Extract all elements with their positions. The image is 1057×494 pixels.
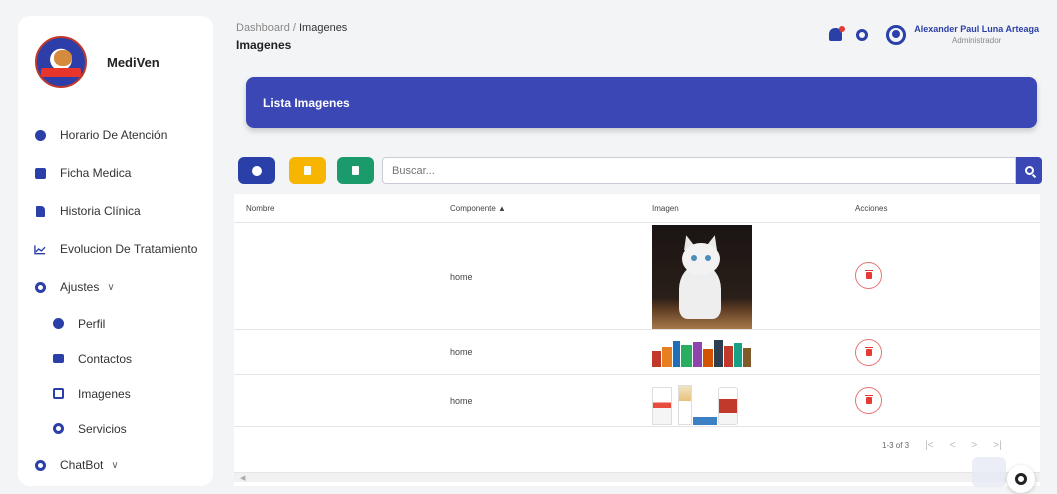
horizontal-scrollbar[interactable]: ◀ ▶ — [234, 472, 1040, 482]
sidebar-item-label: Ajustes — [60, 280, 100, 294]
trash-icon — [864, 395, 873, 404]
list-banner: Lista Imagenes — [246, 77, 1037, 128]
pagination-range: 1-3 of 3 — [882, 441, 910, 450]
floating-settings-button[interactable] — [1007, 465, 1035, 493]
search-input[interactable] — [382, 157, 1016, 184]
banner-title: Lista Imagenes — [263, 96, 350, 110]
sidebar-item-servicios[interactable]: Servicios — [18, 411, 213, 446]
top-actions: Alexander Paul Luna Arteaga Administrado… — [829, 24, 1039, 45]
sidebar-item-label: Evolucion De Tratamiento — [60, 242, 198, 256]
sidebar-item-label: ChatBot — [60, 458, 104, 472]
delete-button[interactable] — [855, 387, 882, 414]
chevron-down-icon: ∨ — [107, 281, 115, 293]
file-pdf-icon — [304, 166, 311, 175]
sidebar-item-historia[interactable]: Historia Clínica — [18, 192, 213, 230]
sidebar-item-horario[interactable]: Horario De Atención — [18, 116, 213, 154]
images-table: Nombre Componente ▲ Imagen Acciones home… — [234, 194, 1040, 486]
notification-bell-icon[interactable] — [829, 26, 846, 41]
table-row: home — [234, 376, 1040, 427]
pagination: 1-3 of 3 |< < > >| — [882, 440, 1002, 451]
add-image-button[interactable] — [238, 157, 275, 184]
trash-icon — [864, 270, 873, 279]
sidebar-item-label: Imagenes — [78, 386, 131, 401]
images-icon — [52, 388, 64, 400]
breadcrumb: Dashboard / Imagenes — [236, 22, 347, 34]
prev-page-icon[interactable]: < — [950, 440, 956, 451]
user-circle-icon — [52, 318, 64, 330]
page-title: Imagenes — [236, 38, 292, 52]
breadcrumb-current: Imagenes — [299, 22, 348, 34]
kitten-image — [652, 225, 752, 329]
sidebar: MediVen Horario De Atención Ficha Medica… — [18, 16, 213, 486]
sidebar-nav: Horario De Atención Ficha Medica Histori… — [18, 116, 213, 484]
settings-gear-icon[interactable] — [856, 28, 869, 41]
sidebar-item-label: Perfil — [78, 316, 106, 331]
app-name: MediVen — [107, 54, 160, 70]
breadcrumb-separator: / — [289, 22, 299, 34]
delete-button[interactable] — [855, 262, 882, 289]
next-page-icon[interactable]: > — [971, 440, 977, 451]
export-pdf-button[interactable] — [289, 157, 326, 184]
chevron-down-icon: ∨ — [111, 459, 119, 471]
floating-panel-shadow — [972, 457, 1006, 487]
gear-icon — [34, 459, 46, 471]
pet-medicine-products-image — [652, 379, 752, 425]
column-header-acciones: Acciones — [855, 204, 888, 213]
clinic-logo — [35, 36, 87, 88]
last-page-icon[interactable]: >| — [993, 440, 1001, 451]
user-info[interactable]: Alexander Paul Luna Arteaga Administrado… — [914, 24, 1039, 45]
gear-icon — [52, 423, 64, 435]
breadcrumb-root[interactable]: Dashboard — [236, 22, 290, 34]
cell-componente: home — [450, 347, 473, 357]
column-header-componente[interactable]: Componente ▲ — [450, 204, 506, 213]
table-row: home — [234, 224, 1040, 330]
pet-food-products-image — [652, 339, 752, 367]
sidebar-item-contactos[interactable]: Contactos — [18, 341, 213, 376]
search-button[interactable] — [1016, 157, 1042, 184]
gear-icon — [34, 281, 46, 293]
export-excel-button[interactable] — [337, 157, 374, 184]
cell-componente: home — [450, 272, 473, 282]
sidebar-item-ajustes[interactable]: Ajustes ∨ — [18, 268, 213, 306]
gear-icon — [1015, 473, 1027, 485]
search-icon — [1024, 166, 1034, 175]
cell-componente: home — [450, 396, 473, 406]
brand[interactable]: MediVen — [35, 36, 160, 88]
user-role: Administrador — [951, 36, 1002, 45]
sidebar-item-chatbot[interactable]: ChatBot ∨ — [18, 446, 213, 484]
user-avatar-icon[interactable] — [886, 24, 907, 45]
delete-button[interactable] — [855, 339, 882, 366]
logo-dog — [54, 50, 72, 66]
table-header: Nombre Componente ▲ Imagen Acciones — [234, 194, 1040, 223]
clock-icon — [34, 129, 46, 141]
sidebar-item-label: Horario De Atención — [60, 128, 168, 142]
scroll-left-icon[interactable]: ◀ — [240, 474, 245, 482]
medical-plus-icon — [34, 167, 46, 179]
sidebar-item-label: Historia Clínica — [60, 204, 141, 218]
trash-icon — [864, 347, 873, 356]
sidebar-item-imagenes[interactable]: Imagenes — [18, 376, 213, 411]
chart-line-icon — [34, 243, 46, 255]
plus-circle-icon — [251, 165, 262, 176]
sidebar-item-evolucion[interactable]: Evolucion De Tratamiento — [18, 230, 213, 268]
book-icon — [52, 353, 64, 365]
user-name: Alexander Paul Luna Arteaga — [914, 24, 1039, 34]
sidebar-item-perfil[interactable]: Perfil — [18, 306, 213, 341]
sidebar-item-label: Contactos — [78, 351, 133, 366]
logo-banner — [41, 68, 81, 77]
sidebar-item-label: Servicios — [78, 421, 127, 436]
file-excel-icon — [352, 166, 359, 175]
file-medical-icon — [34, 205, 46, 217]
sidebar-item-ficha-medica[interactable]: Ficha Medica — [18, 154, 213, 192]
table-row: home — [234, 331, 1040, 375]
column-header-imagen[interactable]: Imagen — [652, 204, 679, 213]
column-header-nombre[interactable]: Nombre — [246, 204, 274, 213]
sidebar-item-label: Ficha Medica — [60, 166, 132, 180]
first-page-icon[interactable]: |< — [925, 440, 933, 451]
